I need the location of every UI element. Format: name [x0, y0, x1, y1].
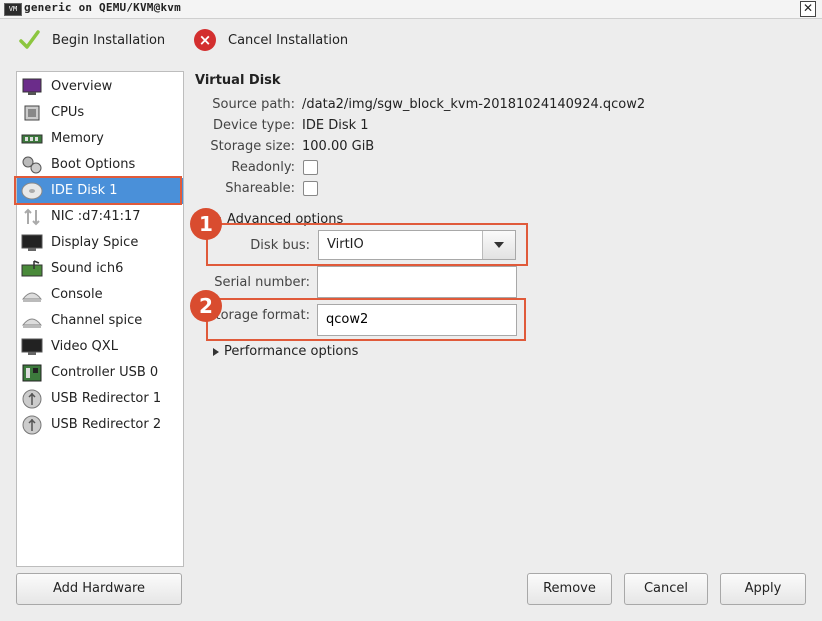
begin-installation-button[interactable]: Begin Installation [18, 27, 165, 53]
usb-icon [22, 389, 42, 409]
sidebar-item-boot-options[interactable]: Boot Options [17, 152, 183, 178]
sidebar-item-label: Boot Options [51, 157, 136, 172]
device-type-value: IDE Disk 1 [302, 118, 369, 133]
section-title: Virtual Disk [195, 73, 281, 88]
dropdown-arrow-icon[interactable] [482, 231, 515, 259]
storage-size-value: 100.00 GiB [302, 139, 375, 154]
advanced-options-label: Advanced options [227, 212, 344, 227]
display-icon [21, 234, 43, 251]
shareable-label: Shareable: [225, 181, 295, 196]
expander-right-icon [213, 347, 219, 356]
checkmark-icon [19, 30, 40, 49]
readonly-label: Readonly: [231, 160, 295, 175]
sidebar-item-cpus[interactable]: CPUs [17, 100, 183, 126]
cancel-installation-label: Cancel Installation [228, 32, 349, 48]
storage-format-field[interactable] [326, 305, 506, 333]
cpu-icon [24, 105, 40, 121]
sidebar-item-nic[interactable]: NIC :d7:41:17 [17, 204, 183, 230]
sidebar-item-label: Video QXL [51, 339, 118, 354]
sidebar-item-memory[interactable]: Memory [17, 126, 183, 152]
memory-icon [21, 134, 43, 144]
annotation-badge-1: 1 [190, 208, 222, 240]
performance-options-label: Performance options [224, 344, 359, 359]
annotation-badge-2: 2 [190, 290, 222, 322]
sidebar-item-usb-redirector-1[interactable]: USB Redirector 1 [17, 386, 183, 412]
sidebar-item-ide-disk-1[interactable]: IDE Disk 1 [17, 178, 183, 204]
source-path-label: Source path: [212, 97, 295, 112]
overview-icon [22, 78, 42, 95]
hardware-list: Overview CPUs Memory Boot Options IDE Di… [16, 71, 184, 567]
remove-button[interactable]: Remove [527, 573, 612, 605]
sidebar-item-label: Overview [51, 79, 113, 94]
sidebar-item-label: Sound ich6 [51, 261, 124, 276]
sidebar-item-usb-redirector-2[interactable]: USB Redirector 2 [17, 412, 183, 438]
apply-button[interactable]: Apply [720, 573, 806, 605]
begin-installation-label: Begin Installation [52, 32, 166, 48]
serial-number-label: Serial number: [214, 275, 310, 290]
boot-options-icon [22, 156, 42, 174]
sound-icon [21, 260, 43, 277]
storage-size-label: Storage size: [210, 139, 295, 154]
storage-format-input[interactable] [317, 304, 517, 336]
sidebar-item-console[interactable]: Console [17, 282, 183, 308]
console-icon [21, 292, 43, 302]
usb-icon [22, 415, 42, 435]
device-type-label: Device type: [212, 118, 295, 133]
sidebar-item-label: Memory [51, 131, 104, 146]
sidebar-item-channel-spice[interactable]: Channel spice [17, 308, 183, 334]
cancel-installation-button[interactable]: × Cancel Installation [194, 27, 348, 53]
sidebar-item-label: Display Spice [51, 235, 139, 250]
readonly-checkbox[interactable] [303, 160, 318, 175]
sidebar-item-label: Channel spice [51, 313, 143, 328]
shareable-checkbox[interactable] [303, 181, 318, 196]
sidebar-item-label: Console [51, 287, 103, 302]
toolbar: Begin Installation × Cancel Installation [0, 19, 822, 61]
window-title: generic on QEMU/KVM@kvm [24, 1, 181, 14]
sidebar-item-label: NIC :d7:41:17 [51, 209, 141, 224]
sidebar-item-label: CPUs [51, 105, 85, 120]
controller-icon [22, 364, 42, 382]
disk-bus-label: Disk bus: [250, 238, 310, 253]
disk-icon [21, 182, 43, 200]
source-path-value: /data2/img/sgw_block_kvm-20181024140924.… [302, 97, 646, 112]
sidebar-item-overview[interactable]: Overview [17, 74, 183, 100]
title-bar: VM generic on QEMU/KVM@kvm ✕ [0, 0, 822, 19]
disk-bus-dropdown[interactable]: VirtIO [318, 230, 516, 260]
close-icon[interactable]: ✕ [800, 1, 816, 17]
add-hardware-button[interactable]: Add Hardware [16, 573, 182, 605]
cancel-icon: × [194, 29, 216, 51]
sidebar-item-label: IDE Disk 1 [51, 183, 118, 198]
sidebar-item-video-qxl[interactable]: Video QXL [17, 334, 183, 360]
sidebar-item-sound-ich6[interactable]: Sound ich6 [17, 256, 183, 282]
cancel-button[interactable]: Cancel [624, 573, 708, 605]
app-icon: VM [4, 3, 22, 16]
disk-bus-value: VirtIO [327, 237, 364, 252]
sidebar-item-label: USB Redirector 2 [51, 417, 162, 432]
sidebar-item-label: Controller USB 0 [51, 365, 159, 380]
nic-icon [24, 208, 40, 226]
serial-number-field[interactable] [326, 267, 506, 295]
serial-number-input[interactable] [317, 266, 517, 298]
sidebar-item-display-spice[interactable]: Display Spice [17, 230, 183, 256]
video-icon [21, 338, 43, 355]
performance-options-expander[interactable]: Performance options [213, 344, 358, 359]
channel-icon [21, 318, 43, 328]
advanced-options-expander[interactable]: Advanced options [213, 212, 343, 227]
sidebar-item-label: USB Redirector 1 [51, 391, 162, 406]
sidebar-item-controller-usb-0[interactable]: Controller USB 0 [17, 360, 183, 386]
